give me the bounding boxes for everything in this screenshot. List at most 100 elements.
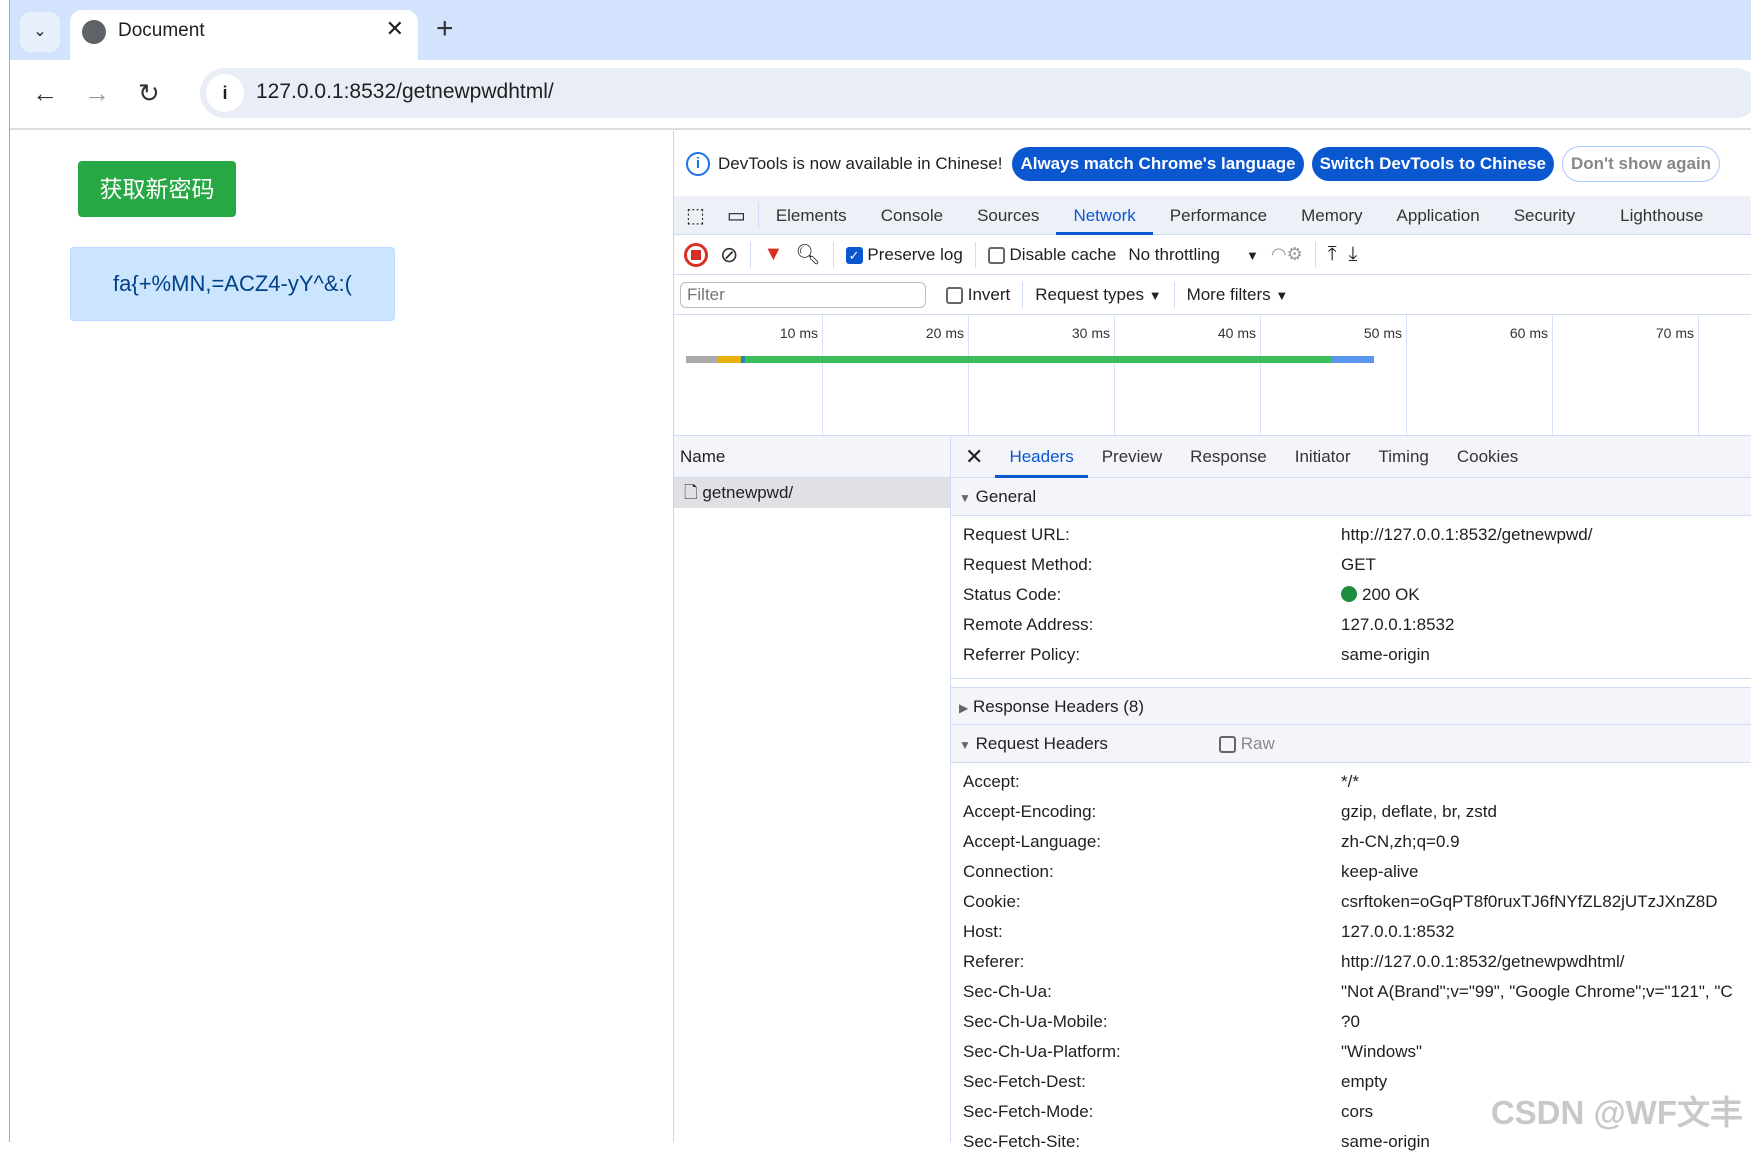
tab-memory[interactable]: Memory (1284, 196, 1379, 235)
general-section-header[interactable]: ▼ General (951, 478, 1751, 516)
new-tab-button[interactable]: + (436, 12, 454, 46)
header-name: Connection: (963, 862, 1054, 881)
chevron-down-icon: ▼ (1148, 287, 1162, 303)
match-language-button[interactable]: Always match Chrome's language (1012, 146, 1304, 181)
filter-input[interactable] (680, 281, 926, 308)
header-name: Sec-Fetch-Dest: (963, 1072, 1086, 1091)
header-value: csrftoken=oGqPT8f0ruxTJ6fNYfZL82jUTzJXnZ… (1341, 887, 1718, 917)
throttling-select[interactable]: No throttling ▼ (1128, 245, 1259, 265)
triangle-down-icon: ▼ (959, 738, 971, 752)
header-name: Accept: (963, 772, 1020, 791)
record-stop-icon[interactable] (684, 242, 708, 267)
back-button[interactable]: ← (32, 78, 58, 109)
tab-security[interactable]: Security (1497, 196, 1592, 235)
header-value: ?0 (1341, 1007, 1360, 1037)
request-types-label: Request types (1035, 284, 1144, 304)
header-value-text: ?0 (1341, 1012, 1360, 1031)
browser-tab[interactable]: Document ✕ (70, 10, 418, 62)
get-new-password-button[interactable]: 获取新密码 (78, 161, 236, 217)
disable-cache-checkbox[interactable]: Disable cache (987, 245, 1116, 265)
panel-tabs: ⬚ ▭ Elements Console Sources Network Per… (674, 196, 1751, 235)
invert-checkbox[interactable]: Invert (946, 285, 1010, 305)
header-row: Request URL: http://127.0.0.1:8532/getnew… (951, 520, 1751, 550)
divider (1022, 281, 1024, 308)
request-types-dropdown[interactable]: Request types ▼ (1035, 285, 1161, 305)
raw-checkbox[interactable]: Raw (1219, 725, 1275, 763)
chevron-down-icon: ▼ (1245, 247, 1259, 263)
close-icon[interactable]: ✕ (951, 444, 995, 470)
network-toolbar: ⊘ ▼ 🔍︎ ✓ Preserve log Disable cache No t… (674, 235, 1751, 275)
tab-timing[interactable]: Timing (1364, 436, 1442, 478)
window-edge (0, 0, 10, 1142)
tab-initiator[interactable]: Initiator (1281, 436, 1365, 478)
tab-preview[interactable]: Preview (1088, 436, 1176, 478)
device-toolbar-icon[interactable]: ▭ (715, 203, 758, 228)
search-icon[interactable]: 🔍︎ (795, 242, 820, 267)
header-value-text: gzip, deflate, br, zstd (1341, 802, 1497, 821)
header-value: zh-CN,zh;q=0.9 (1341, 827, 1460, 857)
clear-icon[interactable]: ⊘ (720, 242, 738, 268)
header-row: Host: 127.0.0.1:8532 (951, 917, 1751, 947)
timeline-gridline (968, 315, 969, 435)
inspect-element-icon[interactable]: ⬚ (674, 203, 715, 228)
tab-headers[interactable]: Headers (995, 436, 1088, 478)
filter-row: Invert Request types ▼ More filters ▼ (674, 275, 1751, 315)
timeline-gridline (1698, 315, 1699, 435)
checkbox-checked-icon: ✓ (845, 246, 863, 264)
header-name: Accept-Language: (963, 832, 1101, 851)
header-row: Remote Address: 127.0.0.1:8532 (951, 610, 1751, 640)
divider (832, 241, 834, 268)
response-headers-section-header[interactable]: ▶ Response Headers (8) (951, 687, 1751, 725)
header-value-text: "Windows" (1341, 1042, 1423, 1061)
header-value-text: same-origin (1341, 645, 1430, 664)
preserve-log-checkbox[interactable]: ✓ Preserve log (845, 244, 963, 265)
divider (1314, 241, 1316, 268)
network-overview-timeline[interactable]: 10 ms 20 ms 30 ms 40 ms 50 ms 60 ms 70 ms (674, 315, 1751, 436)
tab-lighthouse[interactable]: Lighthouse (1592, 196, 1720, 235)
address-bar[interactable]: i 127.0.0.1:8532/getnewpwdhtml/ (200, 68, 1751, 118)
more-filters-dropdown[interactable]: More filters ▼ (1187, 285, 1289, 305)
import-har-icon[interactable]: ⤒ (1328, 243, 1337, 266)
tab-response[interactable]: Response (1176, 436, 1281, 478)
checkbox-icon (1219, 736, 1236, 754)
request-headers-section-header[interactable]: ▼ Request Headers Raw (951, 725, 1751, 763)
divider (1173, 281, 1175, 308)
forward-button[interactable]: → (84, 78, 110, 109)
tab-application[interactable]: Application (1380, 196, 1497, 235)
request-row[interactable]: 🗋 getnewpwd/ (674, 478, 950, 508)
switch-chinese-button[interactable]: Switch DevTools to Chinese (1311, 146, 1555, 181)
invert-label: Invert (967, 284, 1011, 304)
tab-cookies[interactable]: Cookies (1443, 436, 1532, 478)
tab-search-button[interactable]: ⌄ (20, 12, 60, 52)
name-column-header[interactable]: Name (674, 436, 950, 478)
header-row: Status Code: 200 OK (951, 580, 1751, 610)
chevron-down-icon: ▼ (1275, 287, 1289, 303)
tab-console[interactable]: Console (864, 196, 960, 235)
tab-elements[interactable]: Elements (759, 196, 864, 235)
reload-button[interactable]: ↻ (138, 78, 160, 109)
header-value: same-origin (1341, 1127, 1430, 1157)
export-har-icon[interactable]: ⤓ (1349, 243, 1358, 266)
section-title: General (975, 487, 1037, 506)
header-row: Accept-Language: zh-CN,zh;q=0.9 (951, 827, 1751, 857)
header-name: Request Method: (963, 555, 1093, 574)
watermark: CSDN @WF文丰 (1490, 1094, 1743, 1131)
tab-network[interactable]: Network (1056, 196, 1153, 235)
password-display: fa{+%MN,=ACZ4-yY^&:( (70, 247, 395, 321)
timeline-tick-label: 60 ms (1509, 325, 1548, 341)
tab-performance[interactable]: Performance (1153, 196, 1284, 235)
preserve-log-label: Preserve log (867, 244, 963, 264)
filter-icon[interactable]: ▼ (763, 243, 783, 266)
more-filters-label: More filters (1186, 284, 1271, 304)
section-title: Request Headers (975, 734, 1108, 753)
header-row: Sec-Ch-Ua: "Not A(Brand";v="99", "Google … (951, 977, 1751, 1007)
site-info-icon[interactable]: i (206, 74, 244, 112)
header-name: Sec-Fetch-Mode: (963, 1102, 1094, 1121)
dont-show-again-button[interactable]: Don't show again (1562, 145, 1721, 182)
header-value-text: 200 OK (1362, 585, 1420, 604)
close-tab-icon[interactable]: ✕ (386, 16, 404, 42)
url-text[interactable]: 127.0.0.1:8532/getnewpwdhtml/ (256, 80, 554, 104)
network-conditions-icon[interactable]: ◠⚙ (1271, 244, 1303, 265)
header-name: Request URL: (963, 525, 1070, 544)
tab-sources[interactable]: Sources (960, 196, 1056, 235)
